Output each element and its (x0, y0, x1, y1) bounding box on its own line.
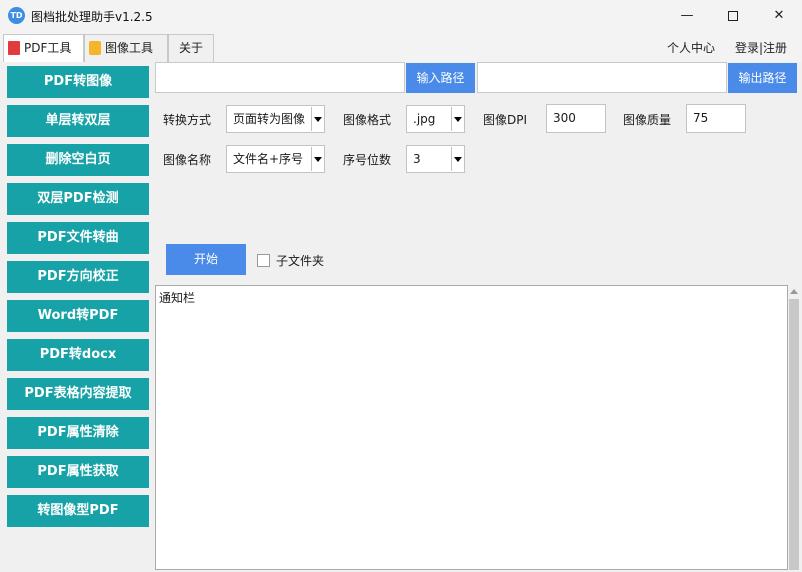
output-path-field[interactable] (477, 62, 727, 93)
app-logo-icon: TD (8, 7, 25, 24)
image-format-value: .jpg (413, 112, 436, 126)
maximize-button[interactable] (710, 0, 756, 31)
convert-mode-select[interactable]: 页面转为图像 (226, 105, 325, 133)
window-title: 图档批处理助手v1.2.5 (31, 10, 153, 24)
image-name-value: 文件名+序号 (233, 152, 304, 166)
image-icon (89, 40, 101, 55)
image-name-select[interactable]: 文件名+序号 (226, 145, 325, 173)
subfolder-checkbox[interactable] (257, 254, 270, 267)
sidebar-item-pdf-to-image[interactable]: PDF转图像 (7, 66, 149, 98)
input-path-button[interactable]: 输入路径 (406, 63, 475, 93)
convert-mode-value: 页面转为图像 (233, 112, 306, 126)
image-dpi-input[interactable]: 300 (546, 104, 606, 133)
image-quality-label: 图像质量 (623, 113, 672, 127)
scroll-up-arrow-icon[interactable] (790, 289, 798, 294)
image-name-label: 图像名称 (163, 153, 212, 167)
minimize-button[interactable]: — (664, 0, 710, 31)
sidebar-item-single-to-double[interactable]: 单层转双层 (7, 105, 149, 137)
serial-digits-label: 序号位数 (343, 153, 392, 167)
sidebar-item-pdf-outline[interactable]: PDF文件转曲 (7, 222, 149, 254)
dropdown-arrow-icon (311, 147, 323, 171)
notification-title: 通知栏 (159, 291, 196, 305)
sidebar-item-pdf-to-docx[interactable]: PDF转docx (7, 339, 149, 371)
tab-label: 图像工具 (105, 41, 154, 55)
input-path-field[interactable] (155, 62, 405, 93)
sidebar-item-table-extract[interactable]: PDF表格内容提取 (7, 378, 149, 410)
close-button[interactable]: ✕ (756, 0, 802, 31)
pdf-icon (8, 40, 20, 55)
tab-label: PDF工具 (24, 41, 72, 55)
dropdown-arrow-icon (451, 147, 463, 171)
user-center-link[interactable]: 个人中心 (667, 39, 715, 56)
maximize-icon (728, 10, 738, 21)
start-button[interactable]: 开始 (166, 244, 246, 275)
serial-digits-value: 3 (413, 152, 421, 166)
image-format-label: 图像格式 (343, 113, 392, 127)
scrollbar-thumb[interactable] (789, 299, 799, 570)
sidebar-item-attr-clear[interactable]: PDF属性清除 (7, 417, 149, 449)
tab-pdf-tools[interactable]: PDF工具 (3, 34, 84, 63)
serial-digits-select[interactable]: 3 (406, 145, 465, 173)
dropdown-arrow-icon (451, 107, 463, 131)
sidebar-item-delete-blank[interactable]: 删除空白页 (7, 144, 149, 176)
tab-about[interactable]: 关于 (168, 34, 214, 62)
convert-mode-label: 转换方式 (163, 113, 212, 127)
title-bar: TD 图档批处理助手v1.2.5 — ✕ (0, 0, 802, 31)
sidebar-item-word-to-pdf[interactable]: Word转PDF (7, 300, 149, 332)
dropdown-arrow-icon (311, 107, 323, 131)
subfolder-label: 子文件夹 (276, 254, 325, 268)
sidebar-item-attr-get[interactable]: PDF属性获取 (7, 456, 149, 488)
sidebar-item-orientation-fix[interactable]: PDF方向校正 (7, 261, 149, 293)
tab-label: 关于 (179, 41, 204, 55)
output-path-button[interactable]: 输出路径 (728, 63, 797, 93)
tab-strip: PDF工具 图像工具 关于 个人中心 登录|注册 (0, 31, 802, 63)
image-quality-input[interactable]: 75 (686, 104, 746, 133)
notification-panel[interactable]: 通知栏 (155, 285, 788, 570)
image-dpi-label: 图像DPI (483, 113, 528, 127)
tab-image-tools[interactable]: 图像工具 (84, 34, 168, 62)
image-format-select[interactable]: .jpg (406, 105, 465, 133)
login-register-link[interactable]: 登录|注册 (735, 39, 787, 56)
sidebar-item-to-image-pdf[interactable]: 转图像型PDF (7, 495, 149, 527)
sidebar-item-double-layer-check[interactable]: 双层PDF检测 (7, 183, 149, 215)
notification-scrollbar[interactable] (788, 285, 800, 570)
